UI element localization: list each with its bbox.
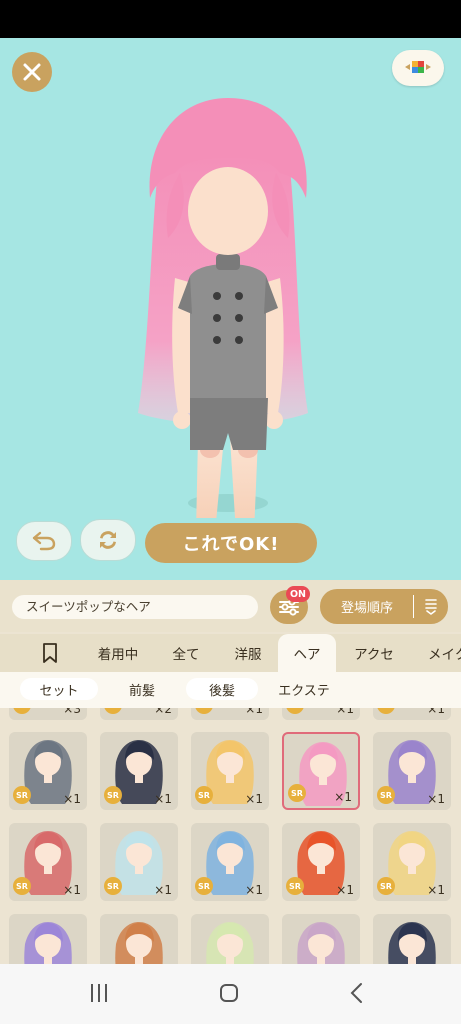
undo-button[interactable] <box>16 521 72 561</box>
rarity-badge: SR <box>13 786 31 804</box>
item-card[interactable]: SR ×1 <box>191 823 269 901</box>
rarity-badge: SR <box>377 877 395 895</box>
bookmark-icon <box>43 643 57 663</box>
sort-button[interactable]: 登場順序 <box>320 589 448 624</box>
rarity-badge: SR <box>377 786 395 804</box>
hair-thumbnail <box>297 922 345 964</box>
filter-bar: スイーツポップなヘア ON 登場順序 <box>0 580 461 632</box>
subtab-extensions[interactable]: エクステ <box>266 678 342 700</box>
rarity-badge: SR <box>104 877 122 895</box>
theme-name-field[interactable]: スイーツポップなヘア <box>12 595 258 619</box>
item-count: ×1 <box>245 883 263 897</box>
subtab-back-hair[interactable]: 後髪 <box>186 678 258 700</box>
item-card-partial[interactable]: ×1 <box>373 708 451 720</box>
sort-divider <box>413 595 414 618</box>
item-card[interactable]: SR ×1 <box>191 732 269 810</box>
undo-icon <box>32 531 56 551</box>
color-palette-button[interactable] <box>392 50 444 86</box>
item-card[interactable] <box>373 914 451 964</box>
rarity-badge: SR <box>195 877 213 895</box>
item-count: ×1 <box>154 883 172 897</box>
filter-on-badge: ON <box>286 586 310 602</box>
back-button[interactable] <box>344 980 370 1006</box>
item-card[interactable] <box>9 914 87 964</box>
status-bar <box>0 0 461 38</box>
sort-order-icon[interactable] <box>422 597 440 616</box>
subtab-set[interactable]: セット <box>20 678 98 700</box>
item-card[interactable] <box>191 914 269 964</box>
item-card[interactable]: SR ×1 <box>282 823 360 901</box>
item-count: ×1 <box>427 708 445 716</box>
avatar-stage: これでOK! <box>0 38 461 580</box>
category-tabs: 着用中 全て 洋服 ヘア アクセ メイク <box>0 634 461 672</box>
hair-thumbnail <box>24 922 72 964</box>
rarity-badge <box>195 708 213 714</box>
rarity-badge: SR <box>13 877 31 895</box>
tab-all[interactable]: 全て <box>160 634 212 672</box>
item-card[interactable]: SR ×1 <box>100 823 178 901</box>
subtab-bangs[interactable]: 前髪 <box>106 678 178 700</box>
item-count: ×1 <box>154 792 172 806</box>
item-card[interactable]: SR ×1 <box>373 823 451 901</box>
tab-accessories[interactable]: アクセ <box>342 634 406 672</box>
item-card[interactable] <box>100 914 178 964</box>
hair-thumbnail <box>388 922 436 964</box>
hair-thumbnail <box>206 922 254 964</box>
item-count: ×1 <box>336 708 354 716</box>
rarity-badge <box>13 708 31 714</box>
rarity-badge: SR <box>104 786 122 804</box>
tab-makeup[interactable]: メイク <box>418 634 461 672</box>
item-card-partial[interactable]: ×2 <box>100 708 178 720</box>
item-count: ×1 <box>63 883 81 897</box>
item-count: ×3 <box>63 708 81 716</box>
item-card[interactable]: SR ×1 <box>282 732 360 810</box>
rarity-badge <box>377 708 395 714</box>
item-card-partial[interactable]: ×3 <box>9 708 87 720</box>
system-navigation-bar <box>0 964 461 1024</box>
item-count: ×1 <box>63 792 81 806</box>
avatar-preview <box>138 98 308 518</box>
item-count: ×1 <box>427 792 445 806</box>
home-icon <box>220 984 238 1002</box>
item-card[interactable]: SR ×1 <box>9 732 87 810</box>
hair-thumbnail <box>115 922 163 964</box>
home-button[interactable] <box>216 980 242 1006</box>
item-count: ×1 <box>427 883 445 897</box>
rarity-badge: SR <box>286 877 304 895</box>
rarity-badge <box>104 708 122 714</box>
item-count: ×2 <box>154 708 172 716</box>
palette-icon <box>405 61 431 73</box>
tab-hair[interactable]: ヘア <box>278 634 336 672</box>
recent-apps-button[interactable] <box>86 980 112 1006</box>
confirm-button[interactable]: これでOK! <box>145 523 317 563</box>
tab-wearing[interactable]: 着用中 <box>86 634 150 672</box>
item-count: ×1 <box>245 708 263 716</box>
randomize-button[interactable] <box>80 519 136 561</box>
item-card[interactable]: SR ×1 <box>9 823 87 901</box>
item-card[interactable] <box>282 914 360 964</box>
refresh-icon <box>100 531 116 549</box>
item-card[interactable]: SR ×1 <box>373 732 451 810</box>
hair-subtabs: セット 前髪 後髪 エクステ <box>0 672 461 708</box>
item-count: ×1 <box>334 790 352 804</box>
rarity-badge: SR <box>195 786 213 804</box>
recent-apps-icon <box>91 984 107 1002</box>
tab-clothes[interactable]: 洋服 <box>222 634 274 672</box>
close-icon <box>23 63 41 81</box>
rarity-badge <box>286 708 304 714</box>
item-card-partial[interactable]: ×1 <box>191 708 269 720</box>
item-count: ×1 <box>336 883 354 897</box>
tab-favorites[interactable] <box>28 634 72 672</box>
item-count: ×1 <box>245 792 263 806</box>
back-icon <box>350 983 362 1003</box>
rarity-badge: SR <box>288 784 306 802</box>
item-card-partial[interactable]: ×1 <box>282 708 360 720</box>
item-card[interactable]: SR ×1 <box>100 732 178 810</box>
close-button[interactable] <box>12 52 52 92</box>
item-grid: ×3 ×2 ×1 ×1 ×1 SR ×1 SR ×1 SR ×1 SR ×1 SR ×1 SR ×1 SR ×1 SR… <box>0 708 461 964</box>
sort-label: 登場順序 <box>340 601 393 616</box>
